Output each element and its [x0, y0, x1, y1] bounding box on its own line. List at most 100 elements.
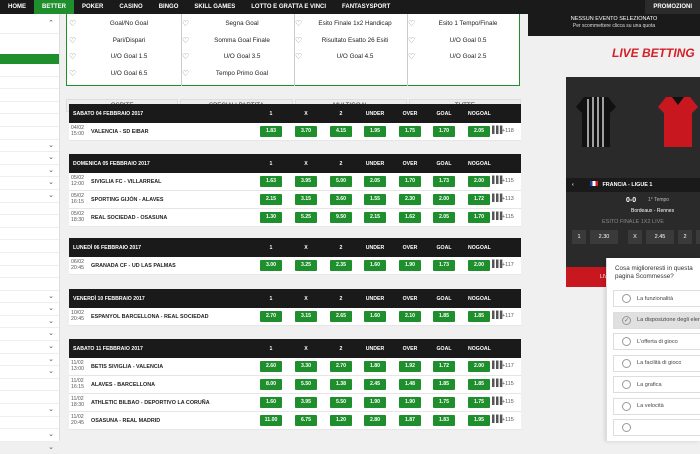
- odds-button[interactable]: 3.95: [295, 176, 317, 187]
- odds-button[interactable]: 1.80: [364, 361, 386, 372]
- radio-icon[interactable]: [622, 380, 631, 389]
- chevron-down-icon[interactable]: ⌄: [48, 191, 54, 199]
- chevron-down-icon[interactable]: ⌄: [48, 141, 54, 149]
- sidebar-row[interactable]: [0, 64, 59, 77]
- odds-button[interactable]: 3.30: [295, 361, 317, 372]
- odds-button[interactable]: 2.10: [399, 311, 421, 322]
- survey-option[interactable]: La funzionalità: [613, 290, 700, 307]
- sidebar-row[interactable]: ⌄: [0, 366, 59, 379]
- bet-type-item[interactable]: ♡ U/O Goal 3.5: [182, 49, 292, 64]
- odds-button[interactable]: 1.38: [330, 379, 352, 390]
- live-odds-button[interactable]: 2.45: [646, 230, 674, 244]
- sidebar-row[interactable]: ⌄: [0, 152, 59, 165]
- sidebar-row[interactable]: [0, 391, 59, 405]
- heart-icon[interactable]: ♡: [182, 36, 192, 45]
- heart-icon[interactable]: ♡: [69, 36, 79, 45]
- odds-button[interactable]: 1.55: [364, 194, 386, 205]
- odds-button[interactable]: 1.85: [433, 311, 455, 322]
- bet-type-item[interactable]: ♡ Somma Goal Finale: [182, 33, 292, 48]
- sidebar-row[interactable]: [0, 114, 59, 127]
- odds-button[interactable]: 1.72: [468, 194, 490, 205]
- nav-tab[interactable]: HOME: [0, 0, 34, 14]
- odds-button[interactable]: 1.90: [364, 397, 386, 408]
- nav-tab[interactable]: BETTER: [34, 0, 74, 14]
- odds-button[interactable]: 4.15: [330, 126, 352, 137]
- odds-button[interactable]: 1.75: [433, 397, 455, 408]
- odds-button[interactable]: 1.85: [468, 379, 490, 390]
- more-markets-link[interactable]: +117: [502, 262, 514, 268]
- chevron-down-icon[interactable]: ⌄: [48, 443, 54, 451]
- odds-button[interactable]: 2.70: [330, 361, 352, 372]
- odds-button[interactable]: 3.95: [295, 397, 317, 408]
- odds-button[interactable]: 3.60: [330, 194, 352, 205]
- more-markets-link[interactable]: +113: [502, 196, 514, 202]
- more-markets-link[interactable]: +117: [502, 363, 514, 369]
- odds-button[interactable]: 1.30: [260, 212, 282, 223]
- nav-tab[interactable]: POKER: [74, 0, 111, 14]
- chevron-down-icon[interactable]: ⌄: [48, 329, 54, 337]
- odds-button[interactable]: 6.75: [295, 415, 317, 426]
- odds-button[interactable]: 1.90: [399, 397, 421, 408]
- chevron-left-icon[interactable]: ‹: [572, 178, 574, 192]
- bet-type-item[interactable]: ♡ U/O Goal 1.5: [69, 49, 179, 64]
- odds-button[interactable]: 1.95: [364, 126, 386, 137]
- odds-button[interactable]: 1.75: [399, 126, 421, 137]
- survey-option[interactable]: La facilità di gioco: [613, 354, 700, 372]
- more-markets-link[interactable]: +115: [502, 381, 514, 387]
- more-markets-link[interactable]: +115: [502, 399, 514, 405]
- odds-button[interactable]: 2.15: [260, 194, 282, 205]
- survey-option[interactable]: La velocità: [613, 397, 700, 415]
- bet-type-item[interactable]: ♡ U/O Goal 0.5: [408, 33, 518, 48]
- bet-type-item[interactable]: ♡ U/O Goal 4.5: [295, 49, 405, 64]
- heart-icon[interactable]: ♡: [408, 36, 418, 45]
- odds-button[interactable]: 2.65: [330, 311, 352, 322]
- radio-icon[interactable]: ✓: [622, 315, 631, 325]
- odds-button[interactable]: 1.70: [399, 176, 421, 187]
- more-markets-link[interactable]: +115: [502, 214, 514, 220]
- sidebar-row[interactable]: [0, 102, 59, 115]
- survey-option[interactable]: [613, 419, 700, 436]
- sidebar-row[interactable]: [0, 228, 59, 241]
- odds-button[interactable]: 5.50: [330, 397, 352, 408]
- sidebar-row[interactable]: ⌄: [0, 291, 59, 304]
- odds-button[interactable]: 1.48: [399, 379, 421, 390]
- bet-type-item[interactable]: ♡ Pari/Dispari: [69, 33, 179, 48]
- odds-button[interactable]: 1.60: [364, 260, 386, 271]
- survey-option[interactable]: La grafica: [613, 376, 700, 393]
- odds-button[interactable]: 3.15: [295, 194, 317, 205]
- odds-button[interactable]: 2.80: [364, 415, 386, 426]
- chevron-down-icon[interactable]: ⌄: [48, 178, 54, 186]
- odds-button[interactable]: 1.63: [260, 176, 282, 187]
- sidebar-row[interactable]: ⌃: [0, 14, 59, 34]
- survey-option[interactable]: L'offerta di gioco: [613, 333, 700, 350]
- odds-button[interactable]: 8.00: [260, 379, 282, 390]
- event-name[interactable]: SIVIGLIA FC - VILLARREAL: [91, 179, 161, 185]
- event-name[interactable]: ALAVES - BARCELLONA: [91, 382, 155, 388]
- odds-button[interactable]: 1.75: [468, 397, 490, 408]
- odds-button[interactable]: 11.00: [260, 415, 282, 426]
- live-odds-button[interactable]: [696, 230, 700, 244]
- event-name[interactable]: ESPANYOL BARCELLONA - REAL SOCIEDAD: [91, 314, 209, 320]
- heart-icon[interactable]: ♡: [295, 36, 305, 45]
- nav-tab[interactable]: FANTASYSPORT: [334, 0, 398, 14]
- odds-button[interactable]: 5.25: [295, 212, 317, 223]
- chevron-down-icon[interactable]: ⌄: [48, 292, 54, 300]
- odds-button[interactable]: 1.20: [330, 415, 352, 426]
- odds-button[interactable]: 1.70: [468, 212, 490, 223]
- sidebar-row[interactable]: ⌄: [0, 328, 59, 342]
- odds-button[interactable]: 2.60: [260, 361, 282, 372]
- event-name[interactable]: SPORTING GIJÓN - ALAVES: [91, 197, 163, 203]
- odds-button[interactable]: 1.73: [433, 176, 455, 187]
- odds-button[interactable]: 1.90: [399, 260, 421, 271]
- sidebar-row[interactable]: ⌄: [0, 316, 59, 329]
- event-name[interactable]: ATHLETIC BILBAO - DEPORTIVO LA CORUÑA: [91, 400, 210, 406]
- chevron-up-icon[interactable]: ⌃: [48, 19, 54, 27]
- sidebar-row[interactable]: ⌄: [0, 442, 59, 454]
- odds-button[interactable]: 2.35: [330, 260, 352, 271]
- sidebar-row[interactable]: [0, 417, 59, 430]
- sidebar-row[interactable]: [0, 266, 59, 279]
- odds-button[interactable]: 1.85: [468, 311, 490, 322]
- bet-type-item[interactable]: ♡ U/O Goal 6.5: [69, 66, 179, 81]
- sidebar-row[interactable]: ⌄: [0, 429, 59, 442]
- nav-tab[interactable]: SKILL GAMES: [186, 0, 243, 14]
